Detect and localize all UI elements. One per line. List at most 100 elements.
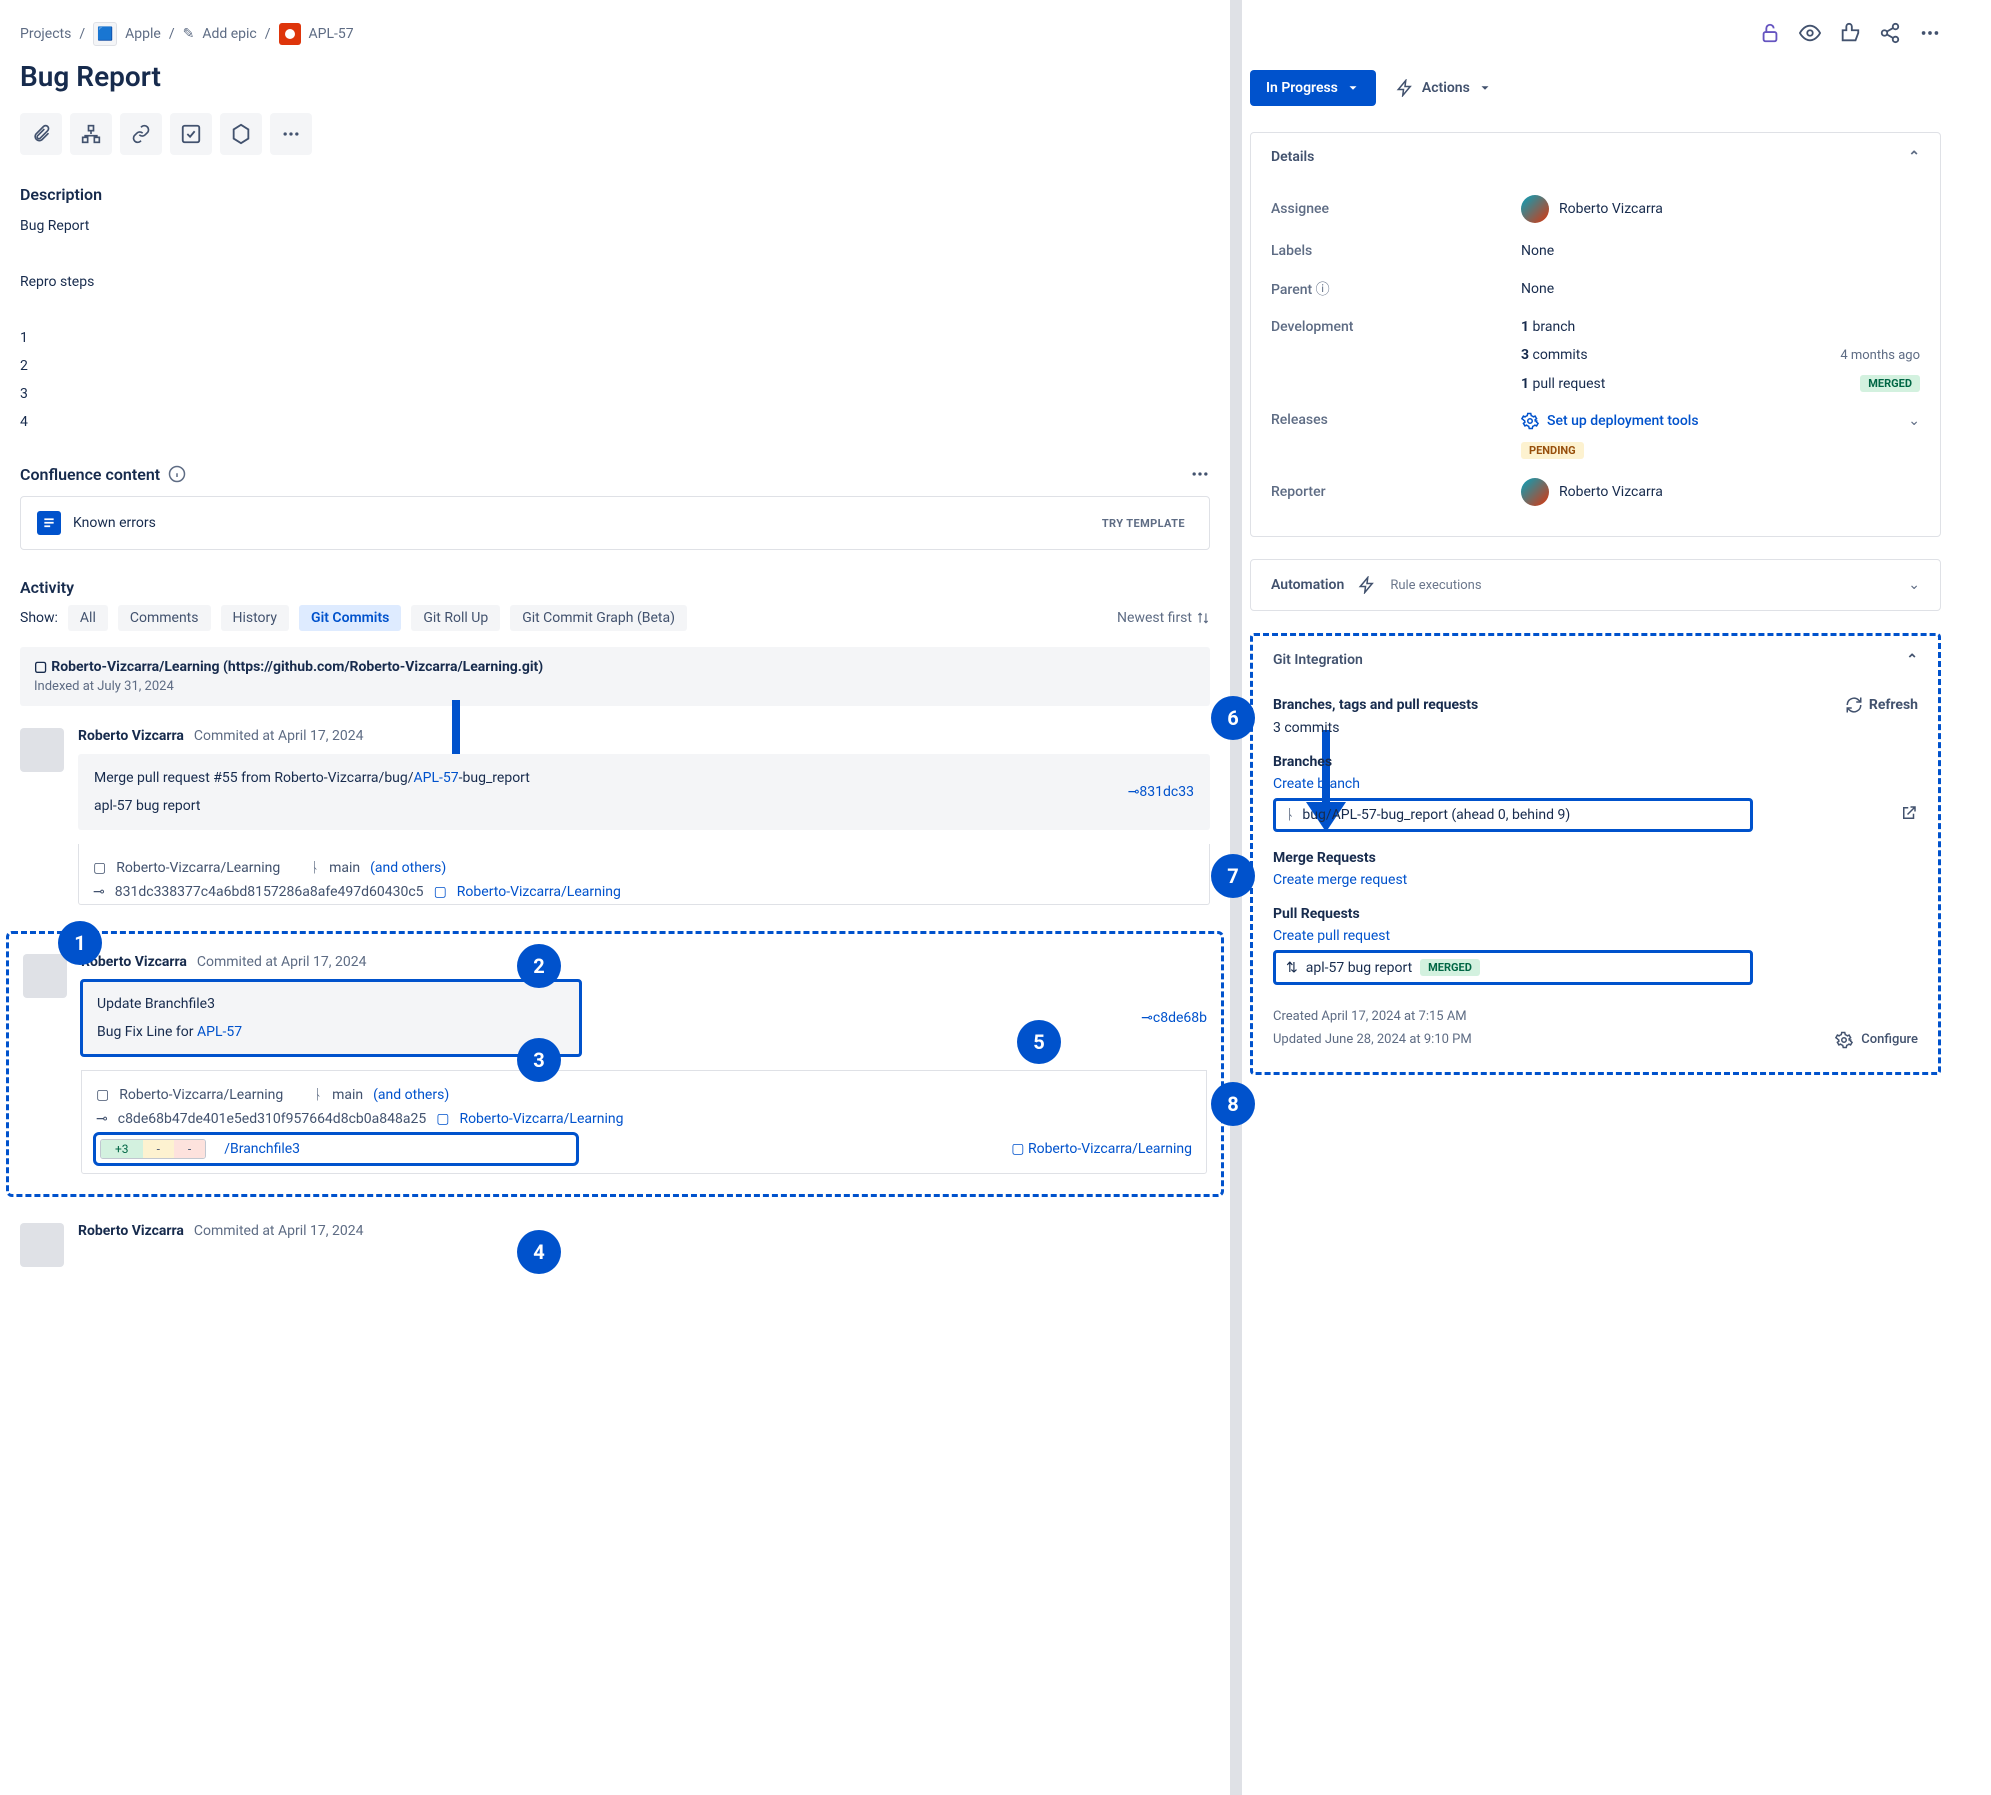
confluence-more-button[interactable] <box>1190 464 1210 484</box>
repo-icon: ▢ <box>34 659 47 675</box>
crumb-add-epic[interactable]: Add epic <box>202 26 256 42</box>
issue-title[interactable]: Bug Report <box>20 60 1210 93</box>
link-button[interactable] <box>120 113 162 155</box>
issue-link[interactable]: APL-57 <box>414 770 459 786</box>
branch-item[interactable]: ᚿbug/APL-57-bug_report (ahead 0, behind … <box>1273 798 1753 832</box>
chevron-up-icon: ⌃ <box>1908 149 1920 165</box>
repo-link[interactable]: Roberto-Vizcarra/Learning <box>459 1111 623 1127</box>
description-heading: Description <box>20 185 1210 204</box>
subtask-button[interactable] <box>70 113 112 155</box>
assignee-value[interactable]: Roberto Vizcarra <box>1521 195 1920 223</box>
tab-history[interactable]: History <box>221 605 290 631</box>
commit-author: Roberto Vizcarra <box>78 728 184 744</box>
issue-link[interactable]: APL-57 <box>197 1024 242 1040</box>
commit-item: Roberto Vizcarra Commited at April 17, 20… <box>20 728 1210 905</box>
file-link[interactable]: /Branchfile3 <box>224 1141 300 1157</box>
commit-time: Commited at April 17, 2024 <box>197 954 367 970</box>
show-label: Show: <box>20 610 58 626</box>
issue-toolbar <box>20 113 1210 155</box>
crumb-projects[interactable]: Projects <box>20 26 71 42</box>
branch-count[interactable]: 1 branch <box>1521 319 1920 335</box>
confluence-card-title: Known errors <box>73 515 156 531</box>
repo-link[interactable]: Roberto-Vizcarra/Learning <box>457 884 621 900</box>
actions-button[interactable]: Actions <box>1396 79 1492 97</box>
chevron-up-icon: ⌃ <box>1906 652 1918 668</box>
git-integration-panel: 6 7 8 Git Integration⌃ Branches, tags an… <box>1250 633 1941 1075</box>
deploy-button[interactable] <box>170 113 212 155</box>
reporter-label: Reporter <box>1271 484 1521 500</box>
crumb-issue-key[interactable]: APL-57 <box>309 26 354 42</box>
branch-icon: ᚿ <box>1286 807 1294 823</box>
parent-value[interactable]: None <box>1521 281 1920 297</box>
description-body[interactable]: Bug Report Repro steps 1 2 3 4 <box>20 212 1210 436</box>
lock-icon[interactable] <box>1759 22 1781 44</box>
tab-comments[interactable]: Comments <box>118 605 211 631</box>
setup-deployment-link[interactable]: Set up deployment tools⌄ <box>1521 412 1920 430</box>
commit-message: Update Branchfile3 Bug Fix Line for APL-… <box>81 980 581 1056</box>
attach-button[interactable] <box>20 113 62 155</box>
avatar <box>20 728 64 772</box>
create-merge-request-link[interactable]: Create merge request <box>1273 872 1918 888</box>
more-button[interactable] <box>270 113 312 155</box>
commit-time: Commited at April 17, 2024 <box>194 728 364 744</box>
merge-requests-heading: Merge Requests <box>1273 850 1918 866</box>
bubble-2: 2 <box>517 944 561 988</box>
apps-button[interactable] <box>220 113 262 155</box>
share-icon[interactable] <box>1879 22 1901 44</box>
tab-git-rollup[interactable]: Git Roll Up <box>411 605 500 631</box>
info-icon[interactable]: ⓘ <box>1316 282 1330 298</box>
automation-header[interactable]: Automation Rule executions ⌄ <box>1251 560 1940 610</box>
watch-icon[interactable] <box>1799 22 1821 44</box>
commit-item: Roberto VizcarraCommited at April 17, 20… <box>20 1223 1210 1267</box>
commit-author: Roberto Vizcarra <box>78 1223 184 1239</box>
configure-button[interactable]: Configure <box>1835 1028 1918 1051</box>
repo-icon: ▢ <box>93 860 106 876</box>
issue-type-icon <box>279 23 301 45</box>
other-branches-link[interactable]: (and others) <box>373 1087 449 1103</box>
confluence-heading: Confluence content <box>20 465 160 484</box>
updated-timestamp: Updated June 28, 2024 at 9:10 PM <box>1273 1028 1472 1051</box>
info-icon[interactable] <box>168 465 186 483</box>
bubble-6: 6 <box>1211 696 1255 740</box>
releases-label: Releases <box>1271 412 1521 428</box>
other-branches-link[interactable]: (and others) <box>370 860 446 876</box>
reporter-value[interactable]: Roberto Vizcarra <box>1521 478 1920 506</box>
branch-icon: ᚿ <box>311 860 319 876</box>
details-panel: Details⌃ AssigneeRoberto Vizcarra Labels… <box>1250 132 1941 537</box>
details-panel-header[interactable]: Details⌃ <box>1251 133 1940 181</box>
confluence-card[interactable]: Known errors TRY TEMPLATE <box>20 496 1210 550</box>
activity-heading: Activity <box>20 578 1210 597</box>
crumb-project[interactable]: Apple <box>125 26 161 42</box>
git-integration-header[interactable]: Git Integration⌃ <box>1253 636 1938 684</box>
commit-hash-link[interactable]: ⊸c8de68b <box>1141 1010 1207 1026</box>
pr-count[interactable]: 1 pull request <box>1521 376 1605 392</box>
tab-git-commits[interactable]: Git Commits <box>299 605 401 631</box>
avatar <box>1521 195 1549 223</box>
more-icon[interactable] <box>1919 22 1941 44</box>
open-external-icon[interactable] <box>1900 804 1918 822</box>
pull-request-item[interactable]: ⇅apl-57 bug report MERGED <box>1273 950 1753 985</box>
commit-hash-link[interactable]: ⊸831dc33 <box>1128 784 1194 800</box>
bubble-7: 7 <box>1211 854 1255 898</box>
repo-link[interactable]: ▢ Roberto-Vizcarra/Learning <box>1011 1141 1192 1157</box>
development-label: Development <box>1271 319 1521 335</box>
page-icon <box>37 511 61 535</box>
avatar <box>20 1223 64 1267</box>
pull-requests-heading: Pull Requests <box>1273 906 1918 922</box>
try-template-button[interactable]: TRY TEMPLATE <box>1094 513 1193 534</box>
create-pull-request-link[interactable]: Create pull request <box>1273 928 1918 944</box>
create-branch-link[interactable]: Create branch <box>1273 776 1918 792</box>
bubble-5: 5 <box>1017 1020 1061 1064</box>
commits-count[interactable]: 3 commits <box>1521 347 1588 363</box>
status-button[interactable]: In Progress <box>1250 70 1376 106</box>
sort-button[interactable]: Newest first <box>1117 610 1210 626</box>
labels-value[interactable]: None <box>1521 243 1920 259</box>
automation-panel: Automation Rule executions ⌄ <box>1250 559 1941 611</box>
pencil-icon: ✎ <box>183 26 195 42</box>
tab-git-graph[interactable]: Git Commit Graph (Beta) <box>510 605 687 631</box>
like-icon[interactable] <box>1839 22 1861 44</box>
tab-all[interactable]: All <box>68 605 108 631</box>
refresh-button[interactable]: Refresh <box>1845 696 1918 714</box>
external-icon: ▢ <box>436 1111 449 1127</box>
bubble-4: 4 <box>517 1230 561 1274</box>
